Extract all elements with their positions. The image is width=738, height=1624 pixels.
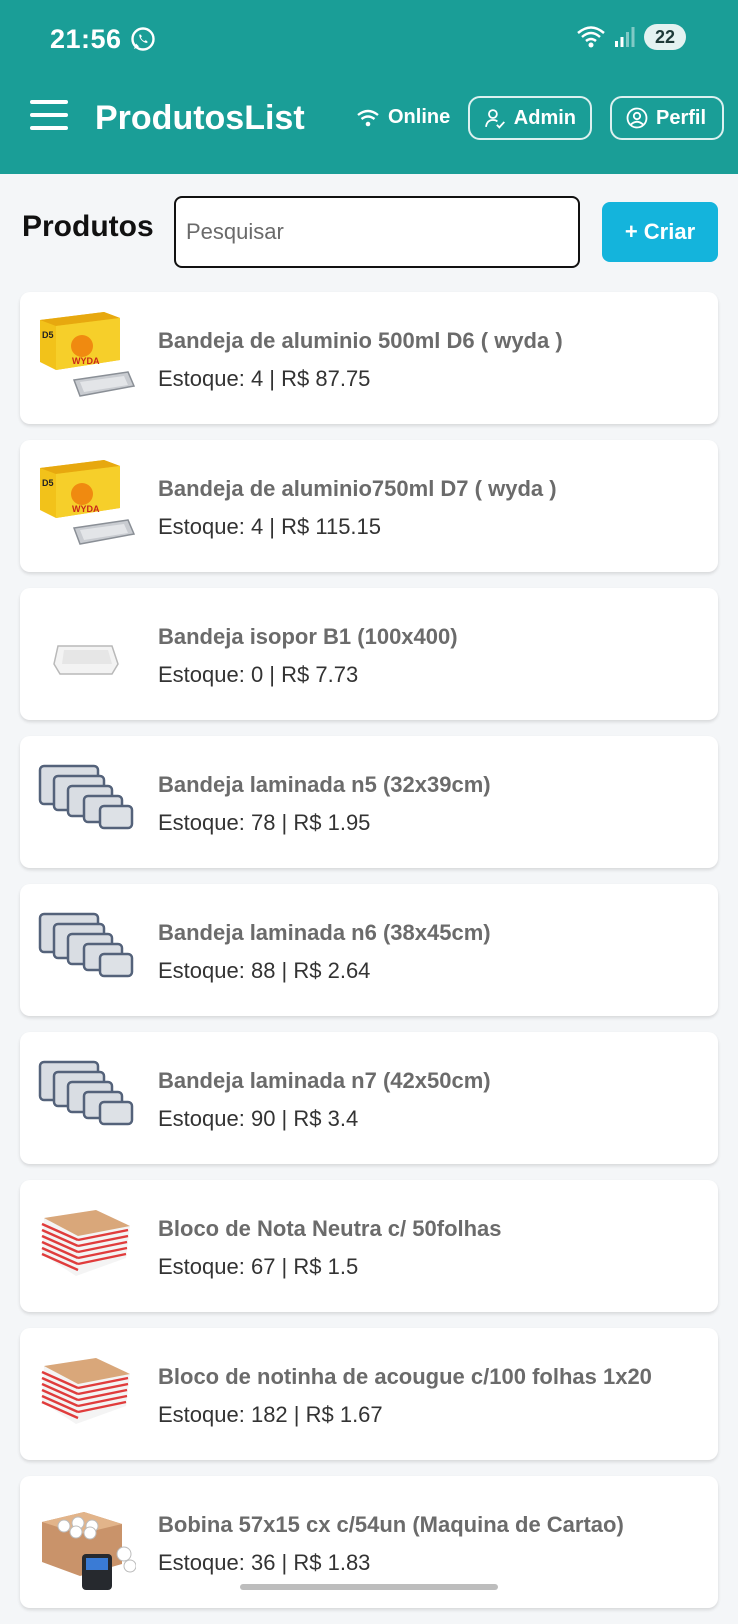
laminated-trays-icon: [36, 900, 136, 1000]
styrofoam-tray-icon: [36, 604, 136, 704]
product-name: Bandeja de aluminio750ml D7 ( wyda ): [158, 476, 557, 501]
battery-indicator: 22: [643, 24, 686, 50]
product-stock-price: Estoque: 4 | R$ 87.75: [158, 366, 371, 391]
product-stock-price: Estoque: 90 | R$ 3.4: [158, 1106, 359, 1131]
product-card[interactable]: D5 WYDA Bandeja de aluminio750ml D7 ( wy…: [20, 440, 718, 572]
note-pad-icon: [36, 1196, 136, 1296]
product-stock-price: Estoque: 182 | R$ 1.67: [158, 1402, 383, 1427]
whatsapp-icon: [131, 27, 155, 51]
app-title: ProdutosList: [95, 99, 305, 137]
home-indicator[interactable]: [240, 1584, 498, 1590]
product-name: Bloco de Nota Neutra c/ 50folhas: [158, 1216, 502, 1241]
status-time: 21:56: [50, 24, 122, 54]
product-card[interactable]: Bandeja laminada n6 (38x45cm) Estoque: 88…: [20, 884, 718, 1016]
product-card[interactable]: D5 WYDA Bandeja de aluminio 500ml D6 ( w…: [20, 292, 718, 424]
svg-text:WYDA: WYDA: [72, 504, 100, 514]
product-name: Bobina 57x15 cx c/54un (Maquina de Carta…: [158, 1512, 624, 1537]
admin-button[interactable]: Admin: [468, 96, 592, 140]
svg-text:WYDA: WYDA: [72, 356, 100, 366]
user-check-icon: [485, 109, 505, 129]
product-name: Bandeja isopor B1 (100x400): [158, 624, 458, 649]
aluminum-tray-box-icon: D5 WYDA: [36, 456, 136, 556]
svg-text:D5: D5: [42, 478, 54, 488]
user-circle-icon: [626, 107, 648, 129]
search-input[interactable]: [174, 196, 580, 268]
product-stock-price: Estoque: 88 | R$ 2.64: [158, 958, 371, 983]
product-card[interactable]: Bloco de notinha de acougue c/100 folhas…: [20, 1328, 718, 1460]
perfil-label: Perfil: [656, 106, 707, 129]
product-stock-price: Estoque: 36 | R$ 1.83: [158, 1550, 371, 1575]
paper-roll-box-icon: [36, 1492, 137, 1592]
page-title: Produtos: [22, 210, 154, 243]
admin-label: Admin: [513, 106, 576, 129]
product-list: D5 WYDA Bandeja de aluminio 500ml D6 ( w…: [20, 292, 718, 1624]
app-header: 21:56 22 ProdutosList Online Admin Perfi…: [0, 0, 738, 174]
online-status: Online: [356, 106, 450, 129]
product-name: Bandeja laminada n5 (32x39cm): [158, 772, 491, 797]
product-name: Bandeja laminada n6 (38x45cm): [158, 920, 491, 945]
product-stock-price: Estoque: 0 | R$ 7.73: [158, 662, 359, 687]
product-stock-price: Estoque: 67 | R$ 1.5: [158, 1254, 359, 1279]
product-name: Bloco de notinha de acougue c/100 folhas…: [158, 1364, 652, 1389]
note-pad-icon: [36, 1344, 136, 1444]
product-card[interactable]: Bandeja laminada n5 (32x39cm) Estoque: 78…: [20, 736, 718, 868]
svg-text:D5: D5: [42, 330, 54, 340]
product-card[interactable]: Bandeja isopor B1 (100x400) Estoque: 0 | …: [20, 588, 718, 720]
product-name: Bandeja de aluminio 500ml D6 ( wyda ): [158, 328, 563, 353]
product-stock-price: Estoque: 4 | R$ 115.15: [158, 514, 382, 539]
wifi-online-icon: [357, 109, 379, 126]
laminated-trays-icon: [36, 1048, 136, 1148]
product-card[interactable]: Bloco de Nota Neutra c/ 50folhas Estoque:…: [20, 1180, 718, 1312]
product-card[interactable]: Bandeja laminada n7 (42x50cm) Estoque: 90…: [20, 1032, 718, 1164]
laminated-trays-icon: [36, 752, 136, 852]
menu-icon[interactable]: [30, 100, 68, 132]
system-status: 22: [576, 24, 686, 50]
online-label: Online: [388, 106, 451, 128]
product-stock-price: Estoque: 78 | R$ 1.95: [158, 810, 371, 835]
aluminum-tray-box-icon: D5 WYDA: [36, 308, 136, 408]
signal-icon: [614, 27, 635, 47]
perfil-button[interactable]: Perfil: [610, 96, 724, 140]
wifi-icon: [577, 26, 605, 48]
create-button[interactable]: + Criar: [602, 202, 718, 262]
product-name: Bandeja laminada n7 (42x50cm): [158, 1068, 491, 1093]
